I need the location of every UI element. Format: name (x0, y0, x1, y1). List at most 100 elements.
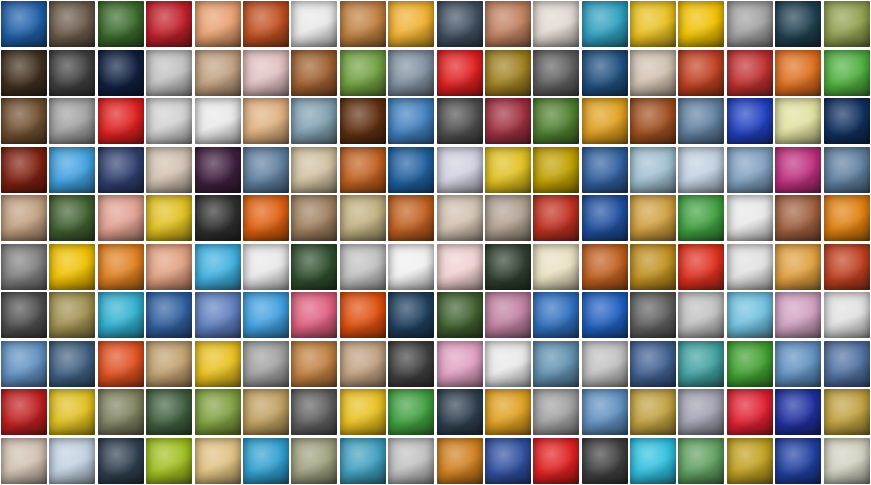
photo-tile (98, 341, 144, 387)
photo-tile (388, 98, 434, 144)
photo-tile (678, 147, 724, 193)
photo-tile (291, 50, 337, 96)
photo-tile (582, 389, 628, 435)
photo-tile (630, 147, 676, 193)
photo-tile (824, 438, 870, 484)
photo-tile (437, 438, 483, 484)
photo-tile (146, 244, 192, 290)
photo-tile (485, 244, 531, 290)
photo-tile (678, 389, 724, 435)
photo-tile (98, 98, 144, 144)
photo-tile (243, 147, 289, 193)
photo-tile (98, 1, 144, 47)
photo-tile (49, 98, 95, 144)
photo-tile (388, 438, 434, 484)
photo-tile (582, 244, 628, 290)
photo-tile (727, 244, 773, 290)
photo-tile (1, 98, 47, 144)
photo-tile (485, 98, 531, 144)
photo-tile (1, 341, 47, 387)
photo-tile (1, 50, 47, 96)
photo-tile (485, 438, 531, 484)
photo-tile (485, 1, 531, 47)
photo-tile (243, 1, 289, 47)
photo-tile (775, 341, 821, 387)
photo-tile (243, 98, 289, 144)
photo-tile (243, 292, 289, 338)
photo-tile (49, 50, 95, 96)
photo-tile (582, 1, 628, 47)
photo-tile (1, 389, 47, 435)
photo-tile (727, 195, 773, 241)
photo-tile (775, 1, 821, 47)
photo-tile (195, 292, 241, 338)
photo-tile (775, 244, 821, 290)
photo-tile (146, 292, 192, 338)
photo-tile (195, 147, 241, 193)
photo-tile (291, 147, 337, 193)
photo-tile (775, 50, 821, 96)
photo-tile (824, 50, 870, 96)
photo-tile (437, 389, 483, 435)
photo-tile (533, 244, 579, 290)
photo-tile (824, 147, 870, 193)
photo-tile (146, 1, 192, 47)
photo-mosaic (0, 0, 871, 485)
photo-tile (582, 195, 628, 241)
photo-tile (98, 50, 144, 96)
photo-tile (582, 98, 628, 144)
photo-tile (485, 341, 531, 387)
photo-tile (582, 438, 628, 484)
photo-tile (727, 341, 773, 387)
photo-tile (340, 244, 386, 290)
photo-tile (49, 389, 95, 435)
photo-tile (630, 438, 676, 484)
photo-tile (49, 438, 95, 484)
photo-tile (98, 438, 144, 484)
photo-tile (98, 389, 144, 435)
photo-tile (195, 1, 241, 47)
photo-tile (437, 195, 483, 241)
photo-tile (775, 98, 821, 144)
photo-tile (824, 389, 870, 435)
photo-tile (1, 1, 47, 47)
photo-tile (146, 438, 192, 484)
photo-tile (437, 341, 483, 387)
photo-tile (98, 195, 144, 241)
photo-tile (243, 50, 289, 96)
photo-tile (533, 341, 579, 387)
photo-tile (630, 50, 676, 96)
photo-tile (630, 292, 676, 338)
photo-tile (533, 50, 579, 96)
photo-tile (485, 195, 531, 241)
photo-tile (388, 244, 434, 290)
photo-tile (630, 389, 676, 435)
photo-tile (49, 195, 95, 241)
photo-tile (824, 1, 870, 47)
photo-tile (388, 1, 434, 47)
photo-tile (291, 389, 337, 435)
photo-tile (678, 50, 724, 96)
photo-tile (678, 98, 724, 144)
photo-tile (195, 244, 241, 290)
photo-tile (824, 244, 870, 290)
photo-tile (98, 147, 144, 193)
photo-tile (630, 244, 676, 290)
photo-tile (388, 147, 434, 193)
photo-tile (727, 147, 773, 193)
photo-tile (291, 98, 337, 144)
photo-tile (146, 98, 192, 144)
photo-tile (98, 292, 144, 338)
photo-tile (775, 389, 821, 435)
photo-tile (243, 341, 289, 387)
photo-tile (388, 292, 434, 338)
photo-tile (775, 292, 821, 338)
photo-tile (485, 147, 531, 193)
photo-tile (582, 292, 628, 338)
photo-tile (49, 147, 95, 193)
photo-tile (485, 50, 531, 96)
photo-tile (291, 1, 337, 47)
photo-tile (533, 1, 579, 47)
photo-tile (678, 292, 724, 338)
photo-tile (727, 292, 773, 338)
